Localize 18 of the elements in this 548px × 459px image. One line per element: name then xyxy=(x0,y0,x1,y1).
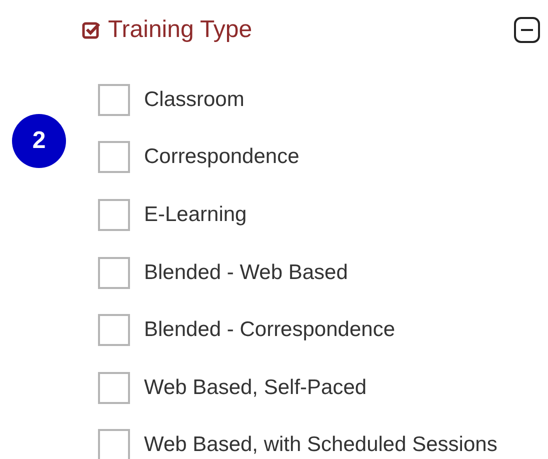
checkbox[interactable] xyxy=(98,429,130,459)
checkbox[interactable] xyxy=(98,314,130,346)
checkbox[interactable] xyxy=(98,256,130,289)
option-label: Blended - Web Based xyxy=(144,260,348,285)
collapse-icon[interactable] xyxy=(514,17,540,43)
option-label: Blended - Correspondence xyxy=(144,318,395,342)
filter-title: Training Type xyxy=(108,16,254,44)
checkbox[interactable] xyxy=(98,141,130,174)
checkbox[interactable] xyxy=(98,372,130,404)
checkbox[interactable] xyxy=(98,84,130,116)
checkbox-check-icon xyxy=(82,21,100,39)
option-label: E-Learning xyxy=(144,202,247,227)
option-label: Web Based, with Scheduled Sessions xyxy=(144,433,498,458)
option-label: Classroom xyxy=(144,88,244,112)
step-badge: 2 xyxy=(12,114,66,168)
option-label: Web Based, Self-Paced xyxy=(144,376,367,400)
checkbox[interactable] xyxy=(98,198,130,231)
option-label: Correspondence xyxy=(144,145,300,170)
